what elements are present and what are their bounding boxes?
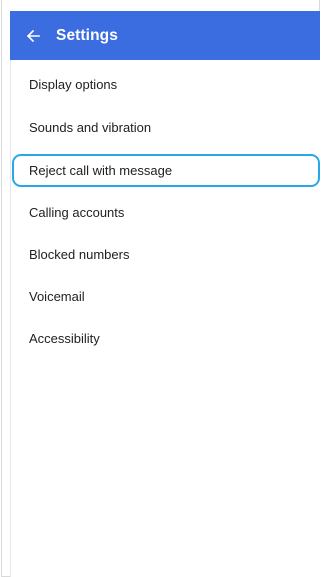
settings-item-label: Sounds and vibration [29,119,152,135]
arrow-left-icon [26,29,40,42]
settings-item-sounds-and-vibration[interactable]: Sounds and vibration [29,106,320,148]
settings-item-label: Blocked numbers [29,246,130,262]
app-bar: Settings [10,11,320,60]
settings-item-label: Voicemail [29,288,85,304]
settings-item-calling-accounts[interactable]: Calling accounts [29,191,320,233]
settings-screen: Settings Display options Sounds and vibr… [1,0,320,577]
settings-item-label: Display options [29,76,118,92]
settings-item-label: Reject call with message [29,162,173,178]
back-button[interactable] [14,11,52,60]
settings-item-display-options[interactable]: Display options [29,63,320,105]
settings-item-blocked-numbers[interactable]: Blocked numbers [29,233,320,275]
page-title: Settings [56,26,118,44]
settings-item-label: Calling accounts [29,204,125,220]
settings-item-accessibility[interactable]: Accessibility [29,317,320,359]
settings-item-voicemail[interactable]: Voicemail [29,275,320,317]
settings-item-label: Accessibility [29,330,100,346]
settings-list: Display options Sounds and vibration Rej… [10,60,320,577]
settings-item-reject-call-with-message[interactable]: Reject call with message [12,149,320,191]
